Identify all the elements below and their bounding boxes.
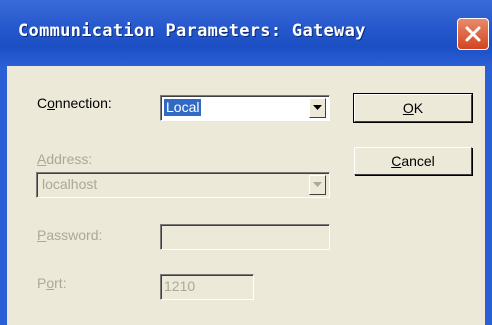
address-label-post: ddress: xyxy=(46,151,93,167)
connection-dropdown-button[interactable] xyxy=(309,98,326,118)
dialog-body: Connection: Local OK Cancel Address: loc… xyxy=(7,66,485,325)
password-field[interactable] xyxy=(160,224,330,250)
password-label: Password: xyxy=(37,227,102,243)
ok-button[interactable]: OK xyxy=(353,93,473,123)
window-title: Communication Parameters: Gateway xyxy=(18,21,366,41)
port-label-post: rt: xyxy=(54,275,67,291)
address-select[interactable]: localhost xyxy=(36,172,330,198)
ok-button-mnemonic: O xyxy=(402,100,414,116)
chevron-down-icon xyxy=(313,105,322,110)
window-frame-left xyxy=(0,66,7,325)
cancel-button[interactable]: Cancel xyxy=(354,147,472,175)
connection-label-mnemonic: o xyxy=(47,95,55,111)
connection-select[interactable]: Local xyxy=(160,95,330,121)
chevron-down-icon xyxy=(313,182,322,187)
connection-label-post: nnection: xyxy=(54,95,112,111)
close-icon xyxy=(465,26,481,42)
cancel-button-mnemonic: C xyxy=(391,153,402,169)
port-label: Port: xyxy=(37,275,67,291)
port-label-pre: P xyxy=(37,275,47,291)
ok-button-label: K xyxy=(413,100,424,116)
cancel-button-label: ancel xyxy=(401,153,435,169)
port-field[interactable]: 1210 xyxy=(160,274,254,300)
close-button[interactable] xyxy=(457,18,489,50)
password-label-post: assword: xyxy=(46,227,103,243)
password-label-mnemonic: P xyxy=(37,227,47,243)
address-label: Address: xyxy=(37,151,92,167)
title-bar[interactable]: Communication Parameters: Gateway xyxy=(0,0,492,66)
connection-select-value: Local xyxy=(162,98,203,117)
address-label-mnemonic: A xyxy=(37,151,47,167)
port-field-value: 1210 xyxy=(164,278,196,294)
window-frame-right xyxy=(485,66,492,325)
port-label-mnemonic: o xyxy=(46,275,55,291)
connection-label: Connection: xyxy=(37,95,112,111)
connection-label-pre: C xyxy=(37,95,48,111)
address-dropdown-button[interactable] xyxy=(309,175,326,195)
address-select-value: localhost xyxy=(42,176,98,192)
